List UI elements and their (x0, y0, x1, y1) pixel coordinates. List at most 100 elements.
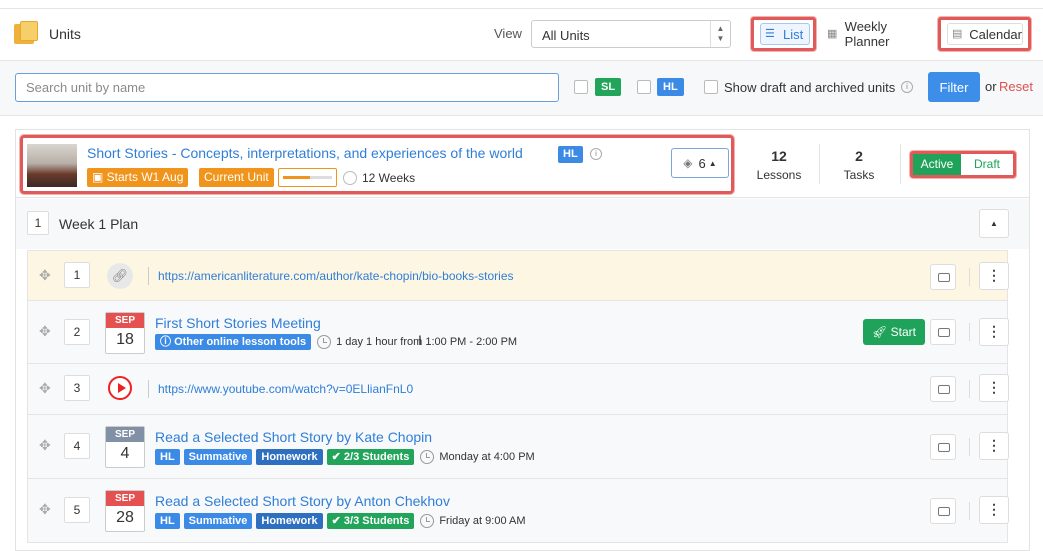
hl-checkbox[interactable] (637, 80, 651, 94)
info-icon[interactable]: i (901, 81, 913, 93)
stat-divider (819, 144, 820, 184)
text-cursor-icon: I (418, 332, 422, 348)
lessons-count: 12 (771, 148, 787, 164)
status-draft-button[interactable]: Draft (961, 154, 1013, 175)
clock-icon (420, 514, 435, 528)
unit-info-icon[interactable]: i (590, 148, 602, 160)
date-day: 18 (116, 331, 134, 348)
preview-button[interactable] (930, 498, 956, 524)
layers-count: 6 (698, 155, 706, 171)
lesson-time: 1 day 1 hour from 1:00 PM - 2:00 PM (336, 336, 518, 348)
more-options-button[interactable]: ⋮ (979, 374, 1009, 402)
show-draft-label: Show draft and archived units (724, 80, 896, 95)
start-lesson-button[interactable]: 🚀︎ Start (863, 319, 925, 345)
row-divider (969, 323, 970, 341)
week-header: 1 Week 1 Plan ▲ (16, 199, 1029, 249)
drag-handle-icon[interactable]: ✥ (39, 501, 51, 518)
tab-weekly-planner[interactable]: ▦ Weekly Planner (822, 17, 934, 51)
calendar-icon: ▤ (952, 28, 963, 40)
date-badge: SEP 18 (105, 312, 145, 354)
homework-tag: Homework (256, 513, 323, 529)
layers-dropdown-button[interactable]: ◈ 6 ▲ (671, 148, 729, 178)
students-label: 3/3 Students (343, 515, 410, 527)
preview-button[interactable] (930, 319, 956, 345)
status-active-button[interactable]: Active (913, 154, 961, 175)
list-item: ✥ 4 SEP 4 Read a Selected Short Story by… (27, 415, 1009, 479)
unit-title-link[interactable]: Short Stories - Concepts, interpretation… (87, 145, 523, 161)
collapse-week-button[interactable]: ▲ (979, 209, 1009, 238)
filter-button[interactable]: Filter (928, 72, 980, 102)
link-icon: 🔗︎ (107, 263, 133, 289)
or-label: or (985, 79, 997, 94)
tab-weekly-label: Weekly Planner (844, 19, 890, 49)
status-toggle: Active Draft (910, 151, 1016, 178)
date-month: SEP (106, 427, 144, 442)
sl-badge: SL (595, 78, 622, 96)
list-item: ✥ 5 SEP 28 Read a Selected Short Story b… (27, 479, 1009, 543)
preview-button[interactable] (930, 434, 956, 460)
tasks-count: 2 (855, 148, 863, 164)
filter-divider (0, 115, 1043, 116)
lesson-tags: HL Summative Homework ✔ 3/3 Students Fri… (155, 513, 526, 529)
unit-summary: Short Stories - Concepts, interpretation… (20, 135, 734, 194)
lesson-tags: ⓘ Other online lesson tools 1 day 1 hour… (155, 334, 517, 350)
more-options-button[interactable]: ⋮ (979, 262, 1009, 290)
resource-link[interactable]: https://americanliterature.com/author/ka… (158, 269, 514, 283)
lesson-tool-tag: ⓘ Other online lesson tools (155, 334, 312, 350)
lesson-title-link[interactable]: Read a Selected Short Story by Anton Che… (155, 493, 450, 509)
lesson-tool-tag-label: Other online lesson tools (174, 336, 307, 348)
view-select-value: All Units (542, 28, 590, 43)
drag-handle-icon[interactable]: ✥ (39, 437, 51, 454)
lesson-tags: HL Summative Homework ✔ 2/3 Students Mon… (155, 449, 535, 465)
row-divider (148, 267, 149, 285)
drag-handle-icon[interactable]: ✥ (39, 380, 51, 397)
view-select[interactable]: All Units ▲ ▼ (531, 20, 731, 48)
duration-label: 12 Weeks (362, 171, 416, 185)
tab-list-label: List (783, 26, 804, 42)
tab-calendar-label: Calendar (969, 26, 1022, 42)
resource-link[interactable]: https://www.youtube.com/watch?v=0ELlianF… (158, 382, 413, 396)
row-divider (969, 268, 970, 286)
search-input[interactable] (15, 73, 559, 102)
date-badge: SEP 28 (105, 490, 145, 532)
tasks-stat: 2 Tasks (824, 130, 894, 198)
preview-button[interactable] (930, 376, 956, 402)
sl-checkbox[interactable] (574, 80, 588, 94)
row-number: 1 (64, 262, 90, 288)
filter-bar: SL HL Show draft and archived units i Fi… (0, 61, 1043, 115)
preview-button[interactable] (930, 264, 956, 290)
unit-header: Short Stories - Concepts, interpretation… (16, 130, 1029, 198)
drag-handle-icon[interactable]: ✥ (39, 267, 51, 284)
date-day: 28 (116, 509, 134, 526)
lesson-list: ✥ 1 🔗︎ https://americanliterature.com/au… (27, 250, 1009, 543)
lesson-time: Monday at 4:00 PM (439, 451, 535, 463)
clock-icon (420, 450, 435, 464)
row-number: 4 (64, 433, 90, 459)
more-options-button[interactable]: ⋮ (979, 496, 1009, 524)
caret-up-icon: ▲ (708, 158, 717, 168)
more-options-button[interactable]: ⋮ (979, 318, 1009, 346)
students-label: 2/3 Students (343, 451, 410, 463)
show-draft-checkbox[interactable] (704, 80, 718, 94)
unit-thumbnail[interactable] (27, 144, 77, 187)
date-day: 4 (120, 445, 130, 462)
row-number: 3 (64, 375, 90, 401)
week-label: Week 1 Plan (59, 216, 139, 232)
more-options-button[interactable]: ⋮ (979, 432, 1009, 460)
row-divider (148, 380, 149, 398)
start-label: Start (890, 325, 916, 339)
reset-link[interactable]: Reset (999, 79, 1033, 94)
tab-list[interactable]: ☰ List (751, 17, 816, 51)
drag-handle-icon[interactable]: ✥ (39, 323, 51, 340)
lesson-title-link[interactable]: First Short Stories Meeting (155, 315, 321, 331)
stat-divider (900, 144, 901, 184)
summative-tag: Summative (183, 513, 253, 529)
weekly-calendar-icon: ▦ (827, 28, 838, 40)
page-title: Units (49, 26, 81, 42)
tab-calendar[interactable]: ▤ Calendar (938, 17, 1031, 51)
lesson-title-link[interactable]: Read a Selected Short Story by Kate Chop… (155, 429, 432, 445)
list-item: ✥ 1 🔗︎ https://americanliterature.com/au… (27, 250, 1009, 301)
students-badge: ✔ 2/3 Students (326, 449, 415, 465)
unit-card: Short Stories - Concepts, interpretation… (15, 129, 1030, 551)
clock-icon (317, 335, 332, 349)
